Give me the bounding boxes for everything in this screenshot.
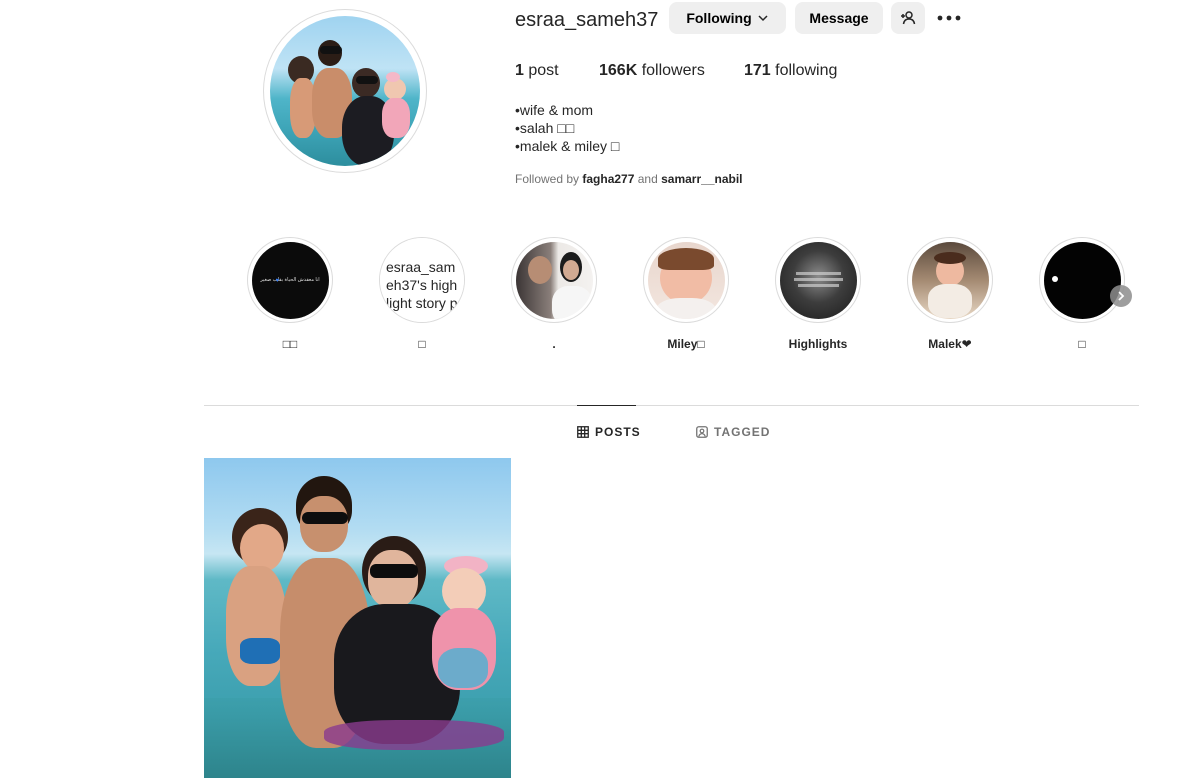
tagged-icon	[696, 426, 708, 438]
message-button[interactable]: Message	[795, 2, 883, 34]
following-button-label: Following	[686, 10, 752, 26]
highlight-cover-broken: esraa_sameh37's highlight story picture	[380, 238, 464, 322]
posts-label: post	[523, 62, 559, 79]
highlight-cover	[1043, 241, 1121, 319]
profile-stats: 1 post 166K followers 171 following	[515, 62, 915, 82]
highlight-cover: انا معقدش الحياة بقلب صغير ♥	[251, 241, 329, 319]
highlight-cover	[779, 241, 857, 319]
followers-label: followers	[637, 62, 705, 79]
grid-icon	[577, 426, 589, 438]
highlight-label: □	[418, 337, 426, 351]
highlight-ring	[907, 237, 993, 323]
following-stat[interactable]: 171 following	[744, 62, 837, 80]
highlight-ring: esraa_sameh37's highlight story picture	[379, 237, 465, 323]
following-label: following	[770, 62, 838, 79]
highlight-item[interactable]: esraa_sameh37's highlight story picture …	[379, 237, 465, 352]
highlight-ring	[643, 237, 729, 323]
followers-stat[interactable]: 166K followers	[599, 62, 705, 80]
profile-username: esraa_sameh37	[515, 9, 659, 31]
tab-tagged-label: TAGGED	[714, 425, 771, 439]
followers-count: 166K	[599, 62, 638, 79]
posts-count: 1	[515, 62, 524, 79]
more-options-icon	[937, 15, 961, 21]
more-options-button[interactable]	[937, 6, 961, 30]
heart-icon: ♥	[275, 277, 280, 284]
profile-avatar	[270, 16, 420, 166]
active-tab-indicator	[577, 405, 636, 406]
highlight-label: Malek❤	[928, 337, 972, 351]
bio-line: •wife & mom	[515, 102, 594, 118]
highlight-cover	[911, 241, 989, 319]
highlight-label: .	[552, 337, 556, 351]
followed-by-prefix: Followed by	[515, 172, 583, 186]
highlight-item[interactable]: انا معقدش الحياة بقلب صغير ♥ □□	[247, 237, 333, 352]
highlight-label: □	[1078, 337, 1086, 351]
following-button[interactable]: Following	[669, 2, 786, 34]
tab-posts-label: POSTS	[595, 425, 641, 439]
highlight-cover-text: انا معقدش الحياة بقلب صغير	[260, 276, 320, 283]
following-count: 171	[744, 62, 771, 79]
tiktok-icon	[1051, 275, 1058, 282]
post-thumbnail[interactable]	[204, 458, 511, 778]
highlights-next-button[interactable]	[1110, 285, 1132, 307]
highlight-item[interactable]: Highlights	[775, 237, 861, 352]
highlight-item[interactable]: Miley□	[643, 237, 729, 352]
followed-by[interactable]: Followed by fagha277 and samarr__nabil	[515, 172, 743, 186]
highlight-ring	[775, 237, 861, 323]
highlight-cover	[647, 241, 725, 319]
followed-by-and: and	[634, 172, 662, 186]
highlight-label: Highlights	[788, 337, 848, 351]
highlight-ring: انا معقدش الحياة بقلب صغير ♥	[247, 237, 333, 323]
highlight-item[interactable]: .	[511, 237, 597, 352]
highlight-label: □□	[282, 337, 298, 351]
highlight-ring	[1039, 237, 1125, 323]
chevron-right-icon	[1118, 291, 1125, 301]
posts-stat: 1 post	[515, 62, 559, 80]
tabs-divider	[204, 405, 1139, 406]
bio-line: •malek & miley □	[515, 138, 620, 154]
message-button-label: Message	[809, 10, 869, 26]
followed-by-user: fagha277	[582, 172, 635, 186]
highlight-label: Miley□	[667, 337, 705, 351]
highlight-cover	[515, 241, 593, 319]
suggested-users-button[interactable]	[891, 2, 925, 34]
broken-image-alt: esraa_sameh37's highlight story picture	[386, 259, 458, 314]
highlight-item[interactable]: Malek❤	[907, 237, 993, 352]
add-user-icon	[901, 11, 916, 25]
followed-by-user: samarr__nabil	[661, 172, 743, 186]
tab-posts[interactable]: POSTS	[577, 425, 641, 439]
highlight-ring	[511, 237, 597, 323]
tab-tagged[interactable]: TAGGED	[696, 425, 770, 439]
profile-avatar-ring[interactable]	[263, 9, 427, 173]
bio-line: •salah □□	[515, 120, 575, 136]
profile-bio: •wife & mom •salah □□ •malek & miley □	[515, 101, 619, 155]
chevron-down-icon	[758, 15, 768, 22]
